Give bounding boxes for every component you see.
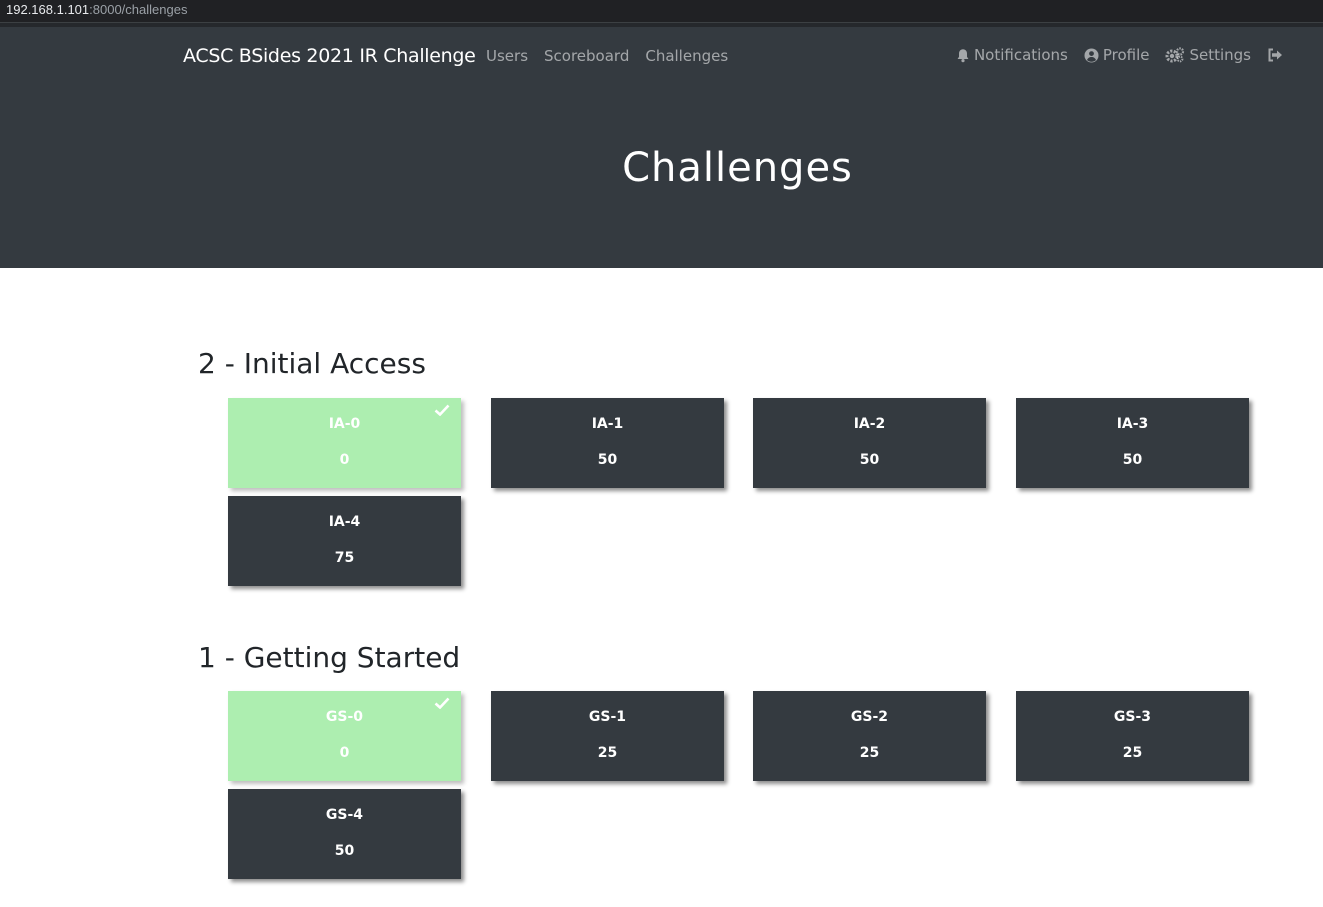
settings-label: Settings bbox=[1189, 46, 1251, 64]
challenge-value: 50 bbox=[597, 452, 618, 468]
challenge-value: 50 bbox=[1122, 452, 1143, 468]
challenge-name: IA-4 bbox=[328, 514, 361, 530]
challenge-name: GS-0 bbox=[325, 709, 364, 725]
challenge-name: IA-0 bbox=[328, 416, 361, 432]
url-host: 192.168.1.101 bbox=[6, 2, 90, 17]
brand-link[interactable]: ACSC BSides 2021 IR Challenge bbox=[183, 45, 476, 67]
user-nav: Notifications Profile Settings bbox=[956, 46, 1283, 64]
challenge-value: 75 bbox=[334, 550, 355, 566]
challenge-name: GS-4 bbox=[325, 807, 364, 823]
challenge-name: GS-3 bbox=[1113, 709, 1152, 725]
challenge-value: 25 bbox=[1122, 745, 1143, 761]
challenge-name: IA-3 bbox=[1116, 416, 1149, 432]
page-title: Challenges bbox=[622, 145, 853, 191]
challenge-name: IA-2 bbox=[853, 416, 886, 432]
notifications-link[interactable]: Notifications bbox=[956, 46, 1068, 64]
profile-link[interactable]: Profile bbox=[1084, 46, 1150, 64]
challenge-value: 50 bbox=[859, 452, 880, 468]
nav-link-scoreboard[interactable]: Scoreboard bbox=[544, 47, 629, 65]
category-title-getting-started: 1 - Getting Started bbox=[198, 641, 461, 674]
challenge-card-gs-2[interactable]: GS-2 25 bbox=[753, 691, 986, 781]
url-path: :8000/challenges bbox=[89, 2, 188, 17]
challenge-value: 25 bbox=[597, 745, 618, 761]
challenge-value: 50 bbox=[334, 843, 355, 859]
challenge-value: 0 bbox=[339, 452, 350, 468]
challenge-name: IA-1 bbox=[591, 416, 624, 432]
challenge-value: 0 bbox=[339, 745, 350, 761]
challenge-card-ia-0[interactable]: IA-0 0 bbox=[228, 398, 461, 488]
challenge-card-gs-1[interactable]: GS-1 25 bbox=[491, 691, 724, 781]
nav-link-challenges[interactable]: Challenges bbox=[645, 47, 728, 65]
logout-link[interactable] bbox=[1267, 48, 1283, 62]
bell-icon bbox=[956, 48, 970, 63]
settings-link[interactable]: Settings bbox=[1165, 46, 1251, 64]
challenge-name: GS-1 bbox=[588, 709, 627, 725]
challenge-card-ia-1[interactable]: IA-1 50 bbox=[491, 398, 724, 488]
challenge-value: 25 bbox=[859, 745, 880, 761]
notifications-label: Notifications bbox=[973, 46, 1068, 64]
category-title-initial-access: 2 - Initial Access bbox=[198, 347, 426, 380]
challenge-card-gs-0[interactable]: GS-0 0 bbox=[228, 691, 461, 781]
challenge-card-gs-4[interactable]: GS-4 50 bbox=[228, 789, 461, 879]
cogs-icon bbox=[1165, 47, 1185, 63]
browser-address-bar[interactable]: 192.168.1.101:8000/challenges bbox=[0, 0, 1323, 23]
challenge-card-ia-4[interactable]: IA-4 75 bbox=[228, 496, 461, 586]
sign-out-icon bbox=[1267, 48, 1283, 62]
challenge-card-ia-3[interactable]: IA-3 50 bbox=[1016, 398, 1249, 488]
user-circle-icon bbox=[1084, 48, 1099, 63]
main-nav: Users Scoreboard Challenges bbox=[486, 47, 728, 65]
challenge-card-ia-2[interactable]: IA-2 50 bbox=[753, 398, 986, 488]
challenge-card-gs-3[interactable]: GS-3 25 bbox=[1016, 691, 1249, 781]
challenge-name: GS-2 bbox=[850, 709, 889, 725]
profile-label: Profile bbox=[1102, 46, 1150, 64]
nav-link-users[interactable]: Users bbox=[486, 47, 528, 65]
